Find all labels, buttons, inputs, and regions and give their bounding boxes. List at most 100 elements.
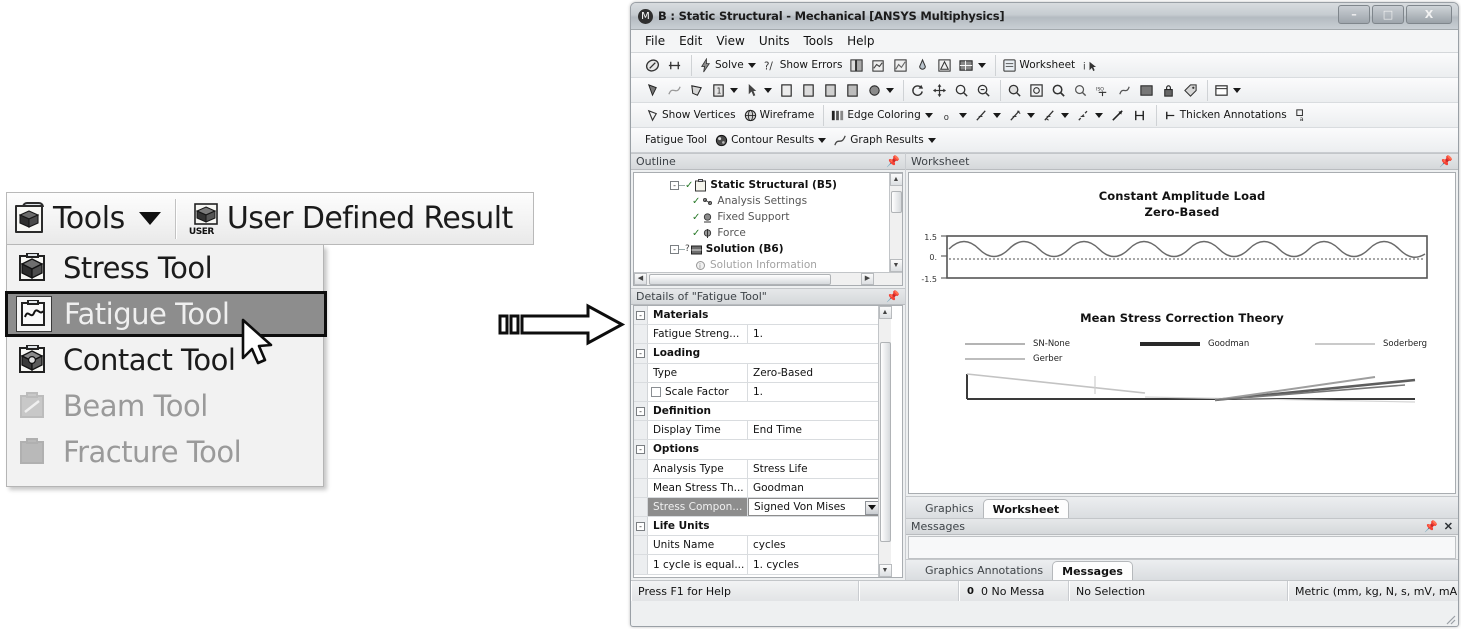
messages-list[interactable] [908,536,1456,559]
details-section-options[interactable]: - Options [634,440,882,460]
tree-node-fixed-support[interactable]: ✓ Fixed Support [634,209,902,225]
pointer-select-button[interactable] [743,80,774,100]
edge-thin-icon[interactable] [972,105,1003,125]
edge-direction-icon[interactable]: o [938,105,969,125]
tree-node-solution-information[interactable]: i Solution Information [634,257,902,273]
close-icon[interactable]: ✕ [1444,520,1453,533]
scroll-down-button[interactable]: ▼ [889,259,902,272]
lasso-select-icon[interactable] [821,80,840,100]
print-preview-icon[interactable] [1137,80,1156,100]
chevron-down-icon[interactable] [978,62,987,68]
thicken-annotations-button[interactable]: Thicken Annotations [1161,105,1289,125]
lock-icon[interactable] [1159,80,1178,100]
chevron-down-icon[interactable] [730,87,738,93]
collapse-icon[interactable]: - [636,310,645,320]
collapse-icon[interactable]: - [636,406,645,416]
zoom-out-icon[interactable] [1071,80,1090,100]
outline-tree[interactable]: - ✓ Static Structural (B5) ✓ Analysis Se… [633,172,903,286]
details-section-definition[interactable]: - Definition [634,401,882,422]
magnifier-window-icon[interactable] [1027,80,1046,100]
lasso-volume-select-icon[interactable] [843,80,862,100]
edge-select-icon[interactable] [665,80,684,100]
zoom-to-fit-icon[interactable] [1005,80,1024,100]
menu-units[interactable]: Units [759,34,790,48]
chevron-down-icon[interactable] [886,87,894,93]
property-value[interactable]: Goodman [748,479,882,497]
menu-edit[interactable]: Edit [679,34,702,48]
details-section-loading[interactable]: - Loading [634,344,882,364]
details-row-fatigue-strength[interactable]: Fatigue Streng... 1. [634,325,882,345]
fit-icon[interactable] [665,55,684,75]
tree-node-solution[interactable]: - ? Solution (B6) [634,241,902,257]
box-select-icon[interactable] [777,80,796,100]
wireframe-button[interactable]: Wireframe [741,105,817,125]
viewports-button[interactable] [1212,80,1243,100]
chevron-down-icon[interactable] [1060,112,1069,118]
details-row-stress-component[interactable]: Stress Compon... Signed Von Mises [634,497,882,518]
scroll-thumb-horizontal[interactable] [649,273,831,285]
edge-medium-icon[interactable] [1006,105,1037,125]
property-value[interactable]: 1. cycles [748,555,882,573]
resize-grip[interactable] [1444,613,1456,625]
menu-tools[interactable]: Tools [804,34,834,48]
graph-results-button[interactable]: Graph Results [831,130,937,150]
iso-view-icon[interactable]: ISO [1093,80,1112,100]
user-defined-result-button[interactable]: USER User Defined Result [183,193,521,244]
edge-dashed-icon[interactable] [1074,105,1105,125]
property-value[interactable]: 1. [748,383,882,401]
overflow-icon[interactable]: a [1292,105,1311,125]
details-row-units-name[interactable]: Units Name cycles [634,536,882,556]
tab-worksheet[interactable]: Worksheet [982,499,1070,518]
chart-icon[interactable] [869,55,888,75]
tree-node-static-structural[interactable]: - ✓ Static Structural (B5) [634,177,902,193]
scroll-right-button[interactable]: ▶ [861,273,874,285]
chevron-down-icon[interactable] [818,137,827,143]
zoom-icon[interactable] [952,80,971,100]
expander-icon[interactable]: - [670,244,679,254]
scale-factor-checkbox[interactable] [651,386,661,397]
details-row-mean-stress-theory[interactable]: Mean Stress Th... Goodman [634,478,882,498]
extend-selection-button[interactable] [865,80,896,100]
collapse-icon[interactable]: - [636,521,645,531]
worksheet-content[interactable]: Constant Amplitude Load Zero-Based 1.5 0… [908,172,1456,494]
image-icon[interactable] [891,55,910,75]
dropdown-button[interactable] [865,500,879,515]
property-value[interactable]: 1. [748,325,882,343]
details-row-display-time[interactable]: Display Time End Time [634,421,882,441]
box-volume-select-icon[interactable] [799,80,818,100]
chevron-down-icon[interactable] [992,112,1001,118]
tab-graphics-annotations[interactable]: Graphics Annotations [916,561,1052,580]
new-analysis-icon[interactable] [643,55,662,75]
details-grid[interactable]: - Materials Fatigue Streng... 1. - Loadi… [633,305,903,578]
scroll-thumb[interactable] [890,190,902,213]
edge-arrow-icon[interactable] [1108,105,1127,125]
menu-item-contact-tool[interactable]: Contact Tool [7,337,323,383]
edge-coloring-button[interactable]: Edge Coloring [828,105,934,125]
select-cursor-icon[interactable]: i [1080,55,1099,75]
edge-span-icon[interactable] [1130,105,1149,125]
chevron-down-icon[interactable] [1233,87,1241,93]
tab-messages[interactable]: Messages [1052,561,1133,580]
details-section-life-units[interactable]: - Life Units [634,517,882,537]
mesh-button[interactable] [957,55,988,75]
collapse-icon[interactable]: - [636,444,645,454]
details-section-materials[interactable]: - Materials [634,306,882,326]
chevron-down-icon[interactable] [1026,112,1035,118]
face-select-icon[interactable] [687,80,706,100]
details-row-cycle-equal[interactable]: 1 cycle is equal... 1. cycles [634,555,882,575]
chevron-down-icon[interactable] [958,112,967,118]
menu-help[interactable]: Help [847,34,874,48]
scroll-up-button[interactable]: ▲ [878,306,892,319]
menu-item-stress-tool[interactable]: Stress Tool [7,245,323,291]
outline-horizontal-scrollbar[interactable]: ◀ ▶ [634,272,902,285]
maximize-button[interactable]: □ [1372,5,1404,24]
details-row-analysis-type[interactable]: Analysis Type Stress Life [634,459,882,479]
show-errors-button[interactable]: ?/ Show Errors [761,55,845,75]
solve-button[interactable]: Solve [696,55,758,75]
chevron-down-icon[interactable] [927,137,936,143]
property-value[interactable]: Stress Life [748,460,882,478]
chevron-down-icon[interactable] [1094,112,1103,118]
chevron-down-icon[interactable] [138,212,161,225]
set-view-icon[interactable] [1115,80,1134,100]
tab-graphics[interactable]: Graphics [916,499,983,518]
